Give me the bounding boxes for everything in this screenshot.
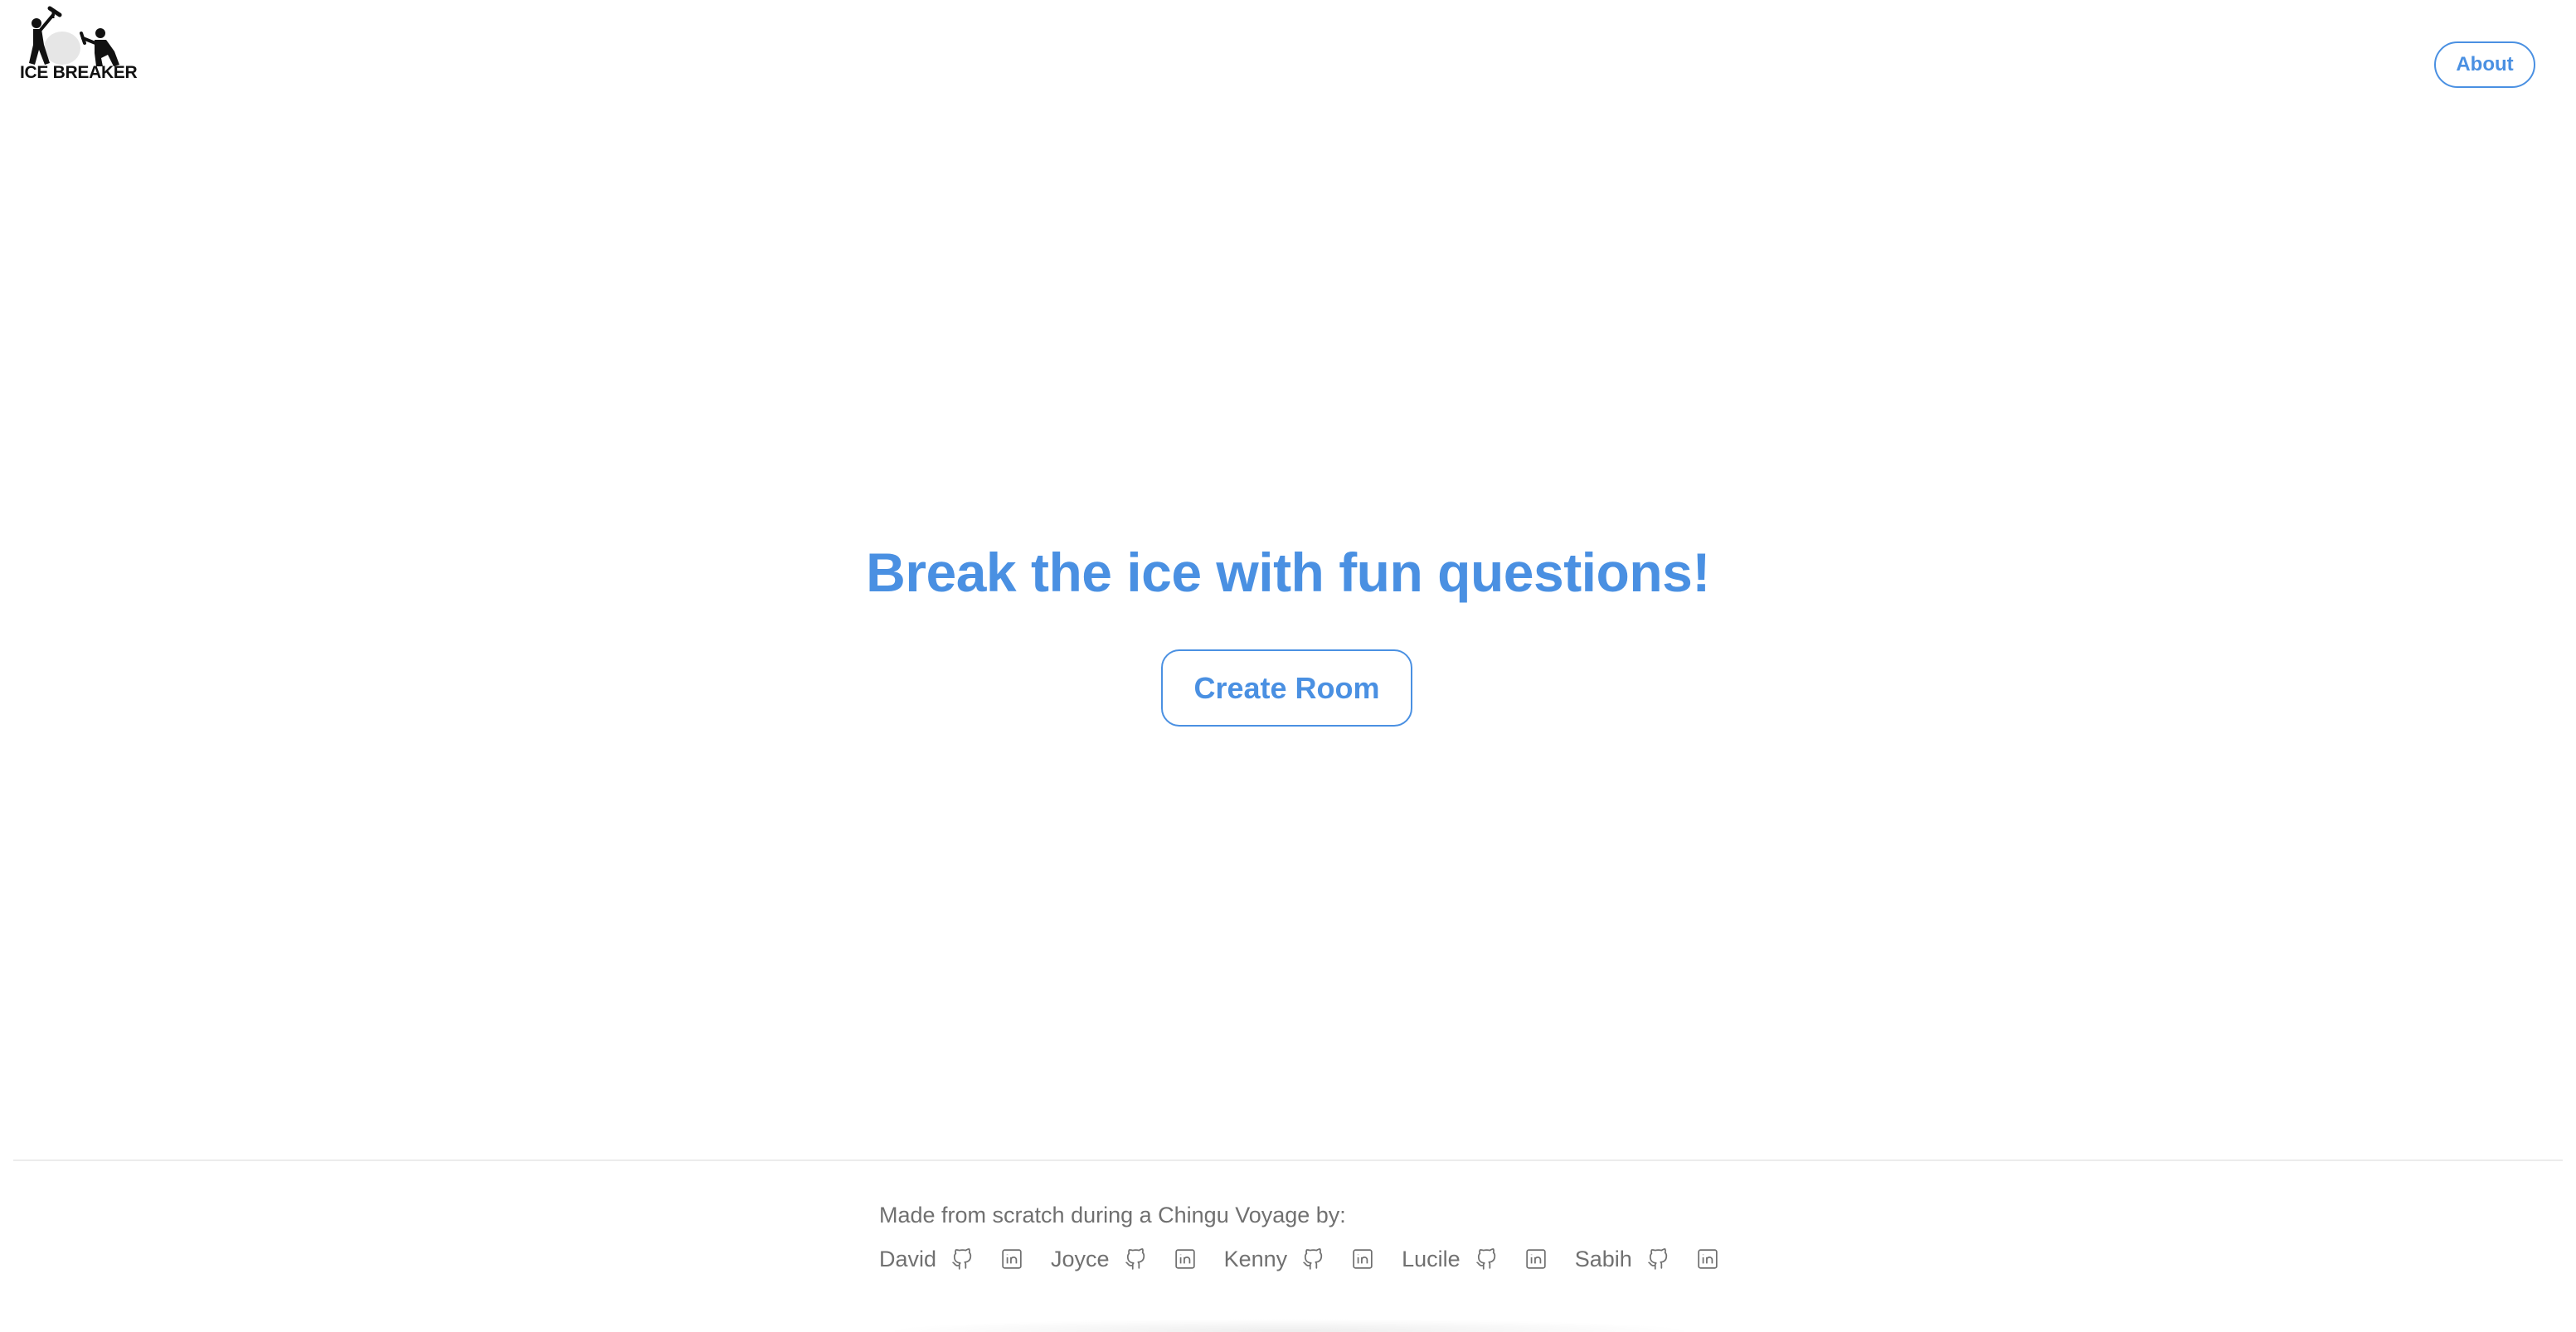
linkedin-icon[interactable] bbox=[1001, 1248, 1023, 1270]
linkedin-icon[interactable] bbox=[1697, 1248, 1718, 1270]
member-name: Kenny bbox=[1223, 1246, 1288, 1271]
member-name: David bbox=[879, 1246, 937, 1271]
member-name: Lucile bbox=[1402, 1246, 1461, 1271]
github-icon[interactable] bbox=[1302, 1248, 1324, 1270]
team-member-david: David bbox=[879, 1247, 1023, 1272]
team-member-lucile: Lucile bbox=[1402, 1247, 1547, 1272]
team-member-kenny: Kenny bbox=[1224, 1247, 1374, 1272]
logo-text: ICE BREAKER bbox=[20, 63, 138, 82]
hero-title: Break the ice with fun questions! bbox=[866, 542, 1710, 603]
github-icon[interactable] bbox=[1475, 1248, 1497, 1270]
footer-shadow bbox=[879, 1319, 1700, 1332]
github-icon[interactable] bbox=[1647, 1248, 1669, 1270]
github-icon[interactable] bbox=[951, 1248, 973, 1270]
team-credits: David Joyce Kenny Lucile Sabih bbox=[879, 1242, 1718, 1276]
team-member-sabih: Sabih bbox=[1575, 1247, 1718, 1272]
footer-caption: Made from scratch during a Chingu Voyage… bbox=[879, 1203, 1346, 1227]
ice-breaker-logo[interactable]: ICE BREAKER bbox=[17, 3, 138, 83]
about-button[interactable]: About bbox=[2434, 41, 2535, 88]
linkedin-icon[interactable] bbox=[1352, 1248, 1373, 1270]
team-member-joyce: Joyce bbox=[1051, 1247, 1196, 1272]
ice-breaker-logo-icon bbox=[29, 6, 119, 66]
page: ICE BREAKER About Break the ice with fun… bbox=[0, 0, 2576, 1332]
footer-divider bbox=[13, 1159, 2563, 1161]
member-name: Joyce bbox=[1051, 1246, 1110, 1271]
create-room-button[interactable]: Create Room bbox=[1161, 649, 1412, 727]
member-name: Sabih bbox=[1574, 1246, 1632, 1271]
github-icon[interactable] bbox=[1125, 1248, 1146, 1270]
linkedin-icon[interactable] bbox=[1525, 1248, 1547, 1270]
linkedin-icon[interactable] bbox=[1174, 1248, 1196, 1270]
